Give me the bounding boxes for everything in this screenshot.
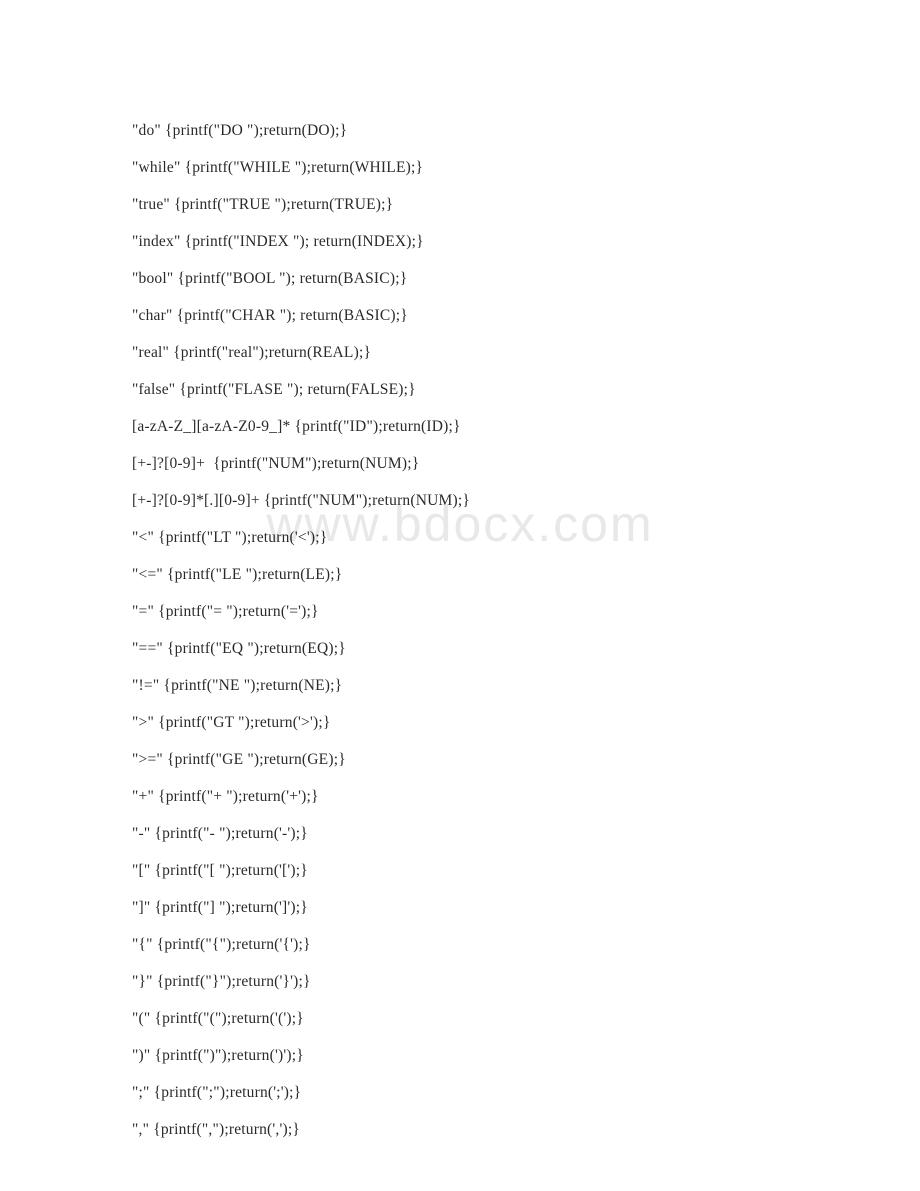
code-line: "==" {printf("EQ ");return(EQ);} [132, 630, 820, 667]
code-line: "bool" {printf("BOOL "); return(BASIC);} [132, 260, 820, 297]
code-line: "real" {printf("real");return(REAL);} [132, 334, 820, 371]
code-line: "do" {printf("DO ");return(DO);} [132, 112, 820, 149]
code-line: "while" {printf("WHILE ");return(WHILE);… [132, 149, 820, 186]
code-line: "<=" {printf("LE ");return(LE);} [132, 556, 820, 593]
code-line: "<" {printf("LT ");return('<');} [132, 519, 820, 556]
code-line: "!=" {printf("NE ");return(NE);} [132, 667, 820, 704]
code-line: ")" {printf(")");return(')');} [132, 1037, 820, 1074]
code-line: "+" {printf("+ ");return('+');} [132, 778, 820, 815]
code-line: "," {printf(",");return(',');} [132, 1111, 820, 1148]
code-line: "false" {printf("FLASE "); return(FALSE)… [132, 371, 820, 408]
code-line: "(" {printf("(");return('(');} [132, 1000, 820, 1037]
code-line: "[" {printf("[ ");return('[');} [132, 852, 820, 889]
code-line: [+-]?[0-9]+ {printf("NUM");return(NUM);} [132, 445, 820, 482]
code-line: "index" {printf("INDEX "); return(INDEX)… [132, 223, 820, 260]
code-line: "char" {printf("CHAR "); return(BASIC);} [132, 297, 820, 334]
code-line: [a-zA-Z_][a-zA-Z0-9_]* {printf("ID");ret… [132, 408, 820, 445]
code-line: "-" {printf("- ");return('-');} [132, 815, 820, 852]
code-line: "]" {printf("] ");return(']');} [132, 889, 820, 926]
code-line: "=" {printf("= ");return('=');} [132, 593, 820, 630]
code-line: [+-]?[0-9]*[.][0-9]+ {printf("NUM");retu… [132, 482, 820, 519]
code-line: ">=" {printf("GE ");return(GE);} [132, 741, 820, 778]
code-content: "do" {printf("DO ");return(DO);} "while"… [132, 112, 820, 1148]
code-line: "true" {printf("TRUE ");return(TRUE);} [132, 186, 820, 223]
code-line: ";" {printf(";");return(';');} [132, 1074, 820, 1111]
code-line: "{" {printf("{");return('{');} [132, 926, 820, 963]
code-line: ">" {printf("GT ");return('>');} [132, 704, 820, 741]
code-line: "}" {printf("}");return('}');} [132, 963, 820, 1000]
